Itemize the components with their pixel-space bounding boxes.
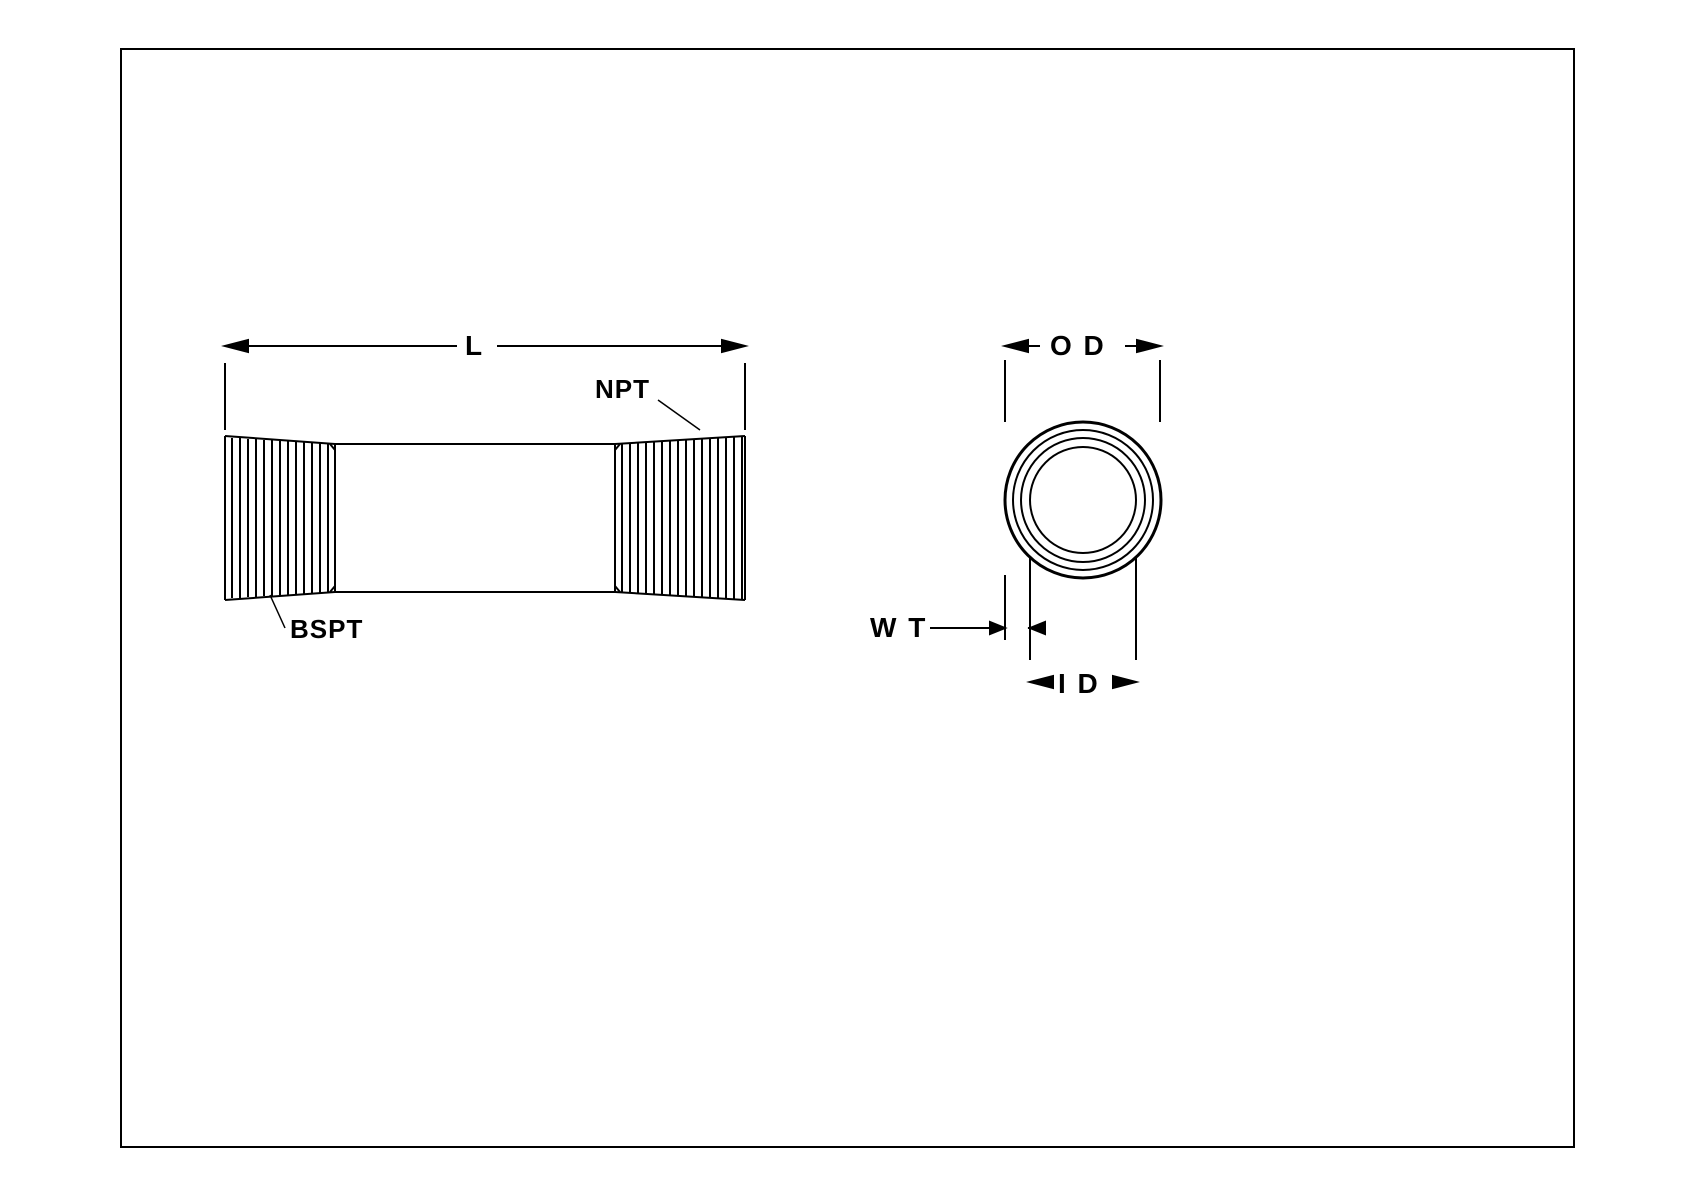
thread-label-npt: NPT — [595, 374, 650, 405]
technical-drawing — [0, 0, 1684, 1190]
dimension-label-OD: O D — [1050, 330, 1106, 362]
thread-label-bspt: BSPT — [290, 614, 363, 645]
page: L NPT BSPT O D I D W T — [0, 0, 1684, 1190]
dimension-label-L: L — [465, 330, 484, 362]
dimension-label-ID: I D — [1058, 668, 1100, 700]
dimension-label-WT: W T — [870, 612, 927, 644]
